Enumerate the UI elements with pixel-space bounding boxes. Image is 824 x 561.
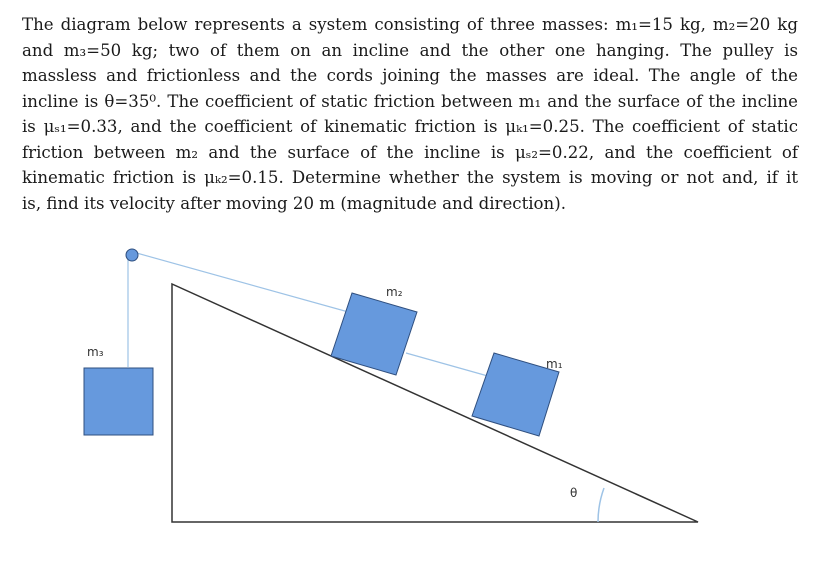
cord-to-m2 xyxy=(132,251,371,319)
incline-diagram: m₃ m₂ m₁ θ xyxy=(83,248,699,523)
label-m2: m₂ xyxy=(386,285,403,299)
block-m3 xyxy=(83,367,154,436)
label-m1: m₁ xyxy=(546,357,563,371)
block-m2 xyxy=(330,292,418,376)
label-theta: θ xyxy=(570,486,577,500)
label-m3: m₃ xyxy=(87,345,104,359)
angle-arc xyxy=(597,487,605,523)
pulley-icon xyxy=(125,248,139,262)
incline-triangle xyxy=(171,282,699,523)
